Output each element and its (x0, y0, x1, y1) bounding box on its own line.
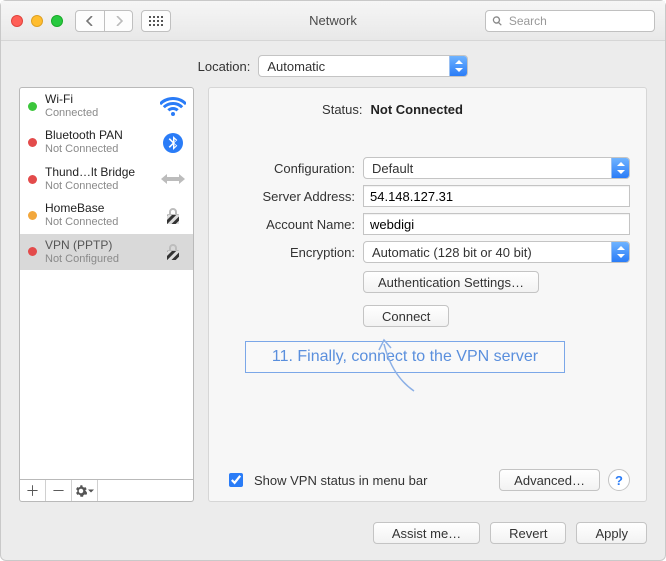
show-all-button[interactable] (141, 10, 171, 32)
detail-footer: Show VPN status in menu bar Advanced… ? (225, 459, 630, 491)
minimize-icon[interactable] (31, 15, 43, 27)
lock-icon (159, 241, 187, 263)
status-dot-icon (28, 211, 37, 220)
popup-arrows-icon (449, 56, 467, 76)
bluetooth-icon (159, 132, 187, 154)
auth-settings-button[interactable]: Authentication Settings… (363, 271, 539, 293)
service-status: Not Configured (45, 253, 151, 266)
apply-button[interactable]: Apply (576, 522, 647, 544)
service-list: Wi-Fi Connected Bluetooth PAN Not Connec… (19, 87, 194, 480)
account-name-label: Account Name: (225, 217, 355, 232)
search-field[interactable] (485, 10, 655, 32)
status-dot-icon (28, 102, 37, 111)
zoom-icon[interactable] (51, 15, 63, 27)
close-icon[interactable] (11, 15, 23, 27)
status-label: Status: (322, 102, 362, 117)
forward-button[interactable] (104, 11, 132, 31)
service-status: Not Connected (45, 180, 151, 193)
sidebar-footer: ＋ － (19, 480, 194, 502)
configuration-popup[interactable]: Default (363, 157, 630, 179)
show-vpn-status-label: Show VPN status in menu bar (254, 473, 427, 488)
encryption-popup[interactable]: Automatic (128 bit or 40 bit) (363, 241, 630, 263)
status-dot-icon (28, 175, 37, 184)
back-button[interactable] (76, 11, 104, 31)
sidebar-item-vpn-pptp[interactable]: VPN (PPTP) Not Configured (20, 234, 193, 270)
service-name: Wi-Fi (45, 93, 151, 107)
configuration-value: Default (372, 161, 413, 176)
assist-me-button[interactable]: Assist me… (373, 522, 480, 544)
service-status: Not Connected (45, 143, 151, 156)
detail-panel: Status: Not Connected Configuration: Def… (208, 87, 647, 502)
service-status: Not Connected (45, 216, 151, 229)
content: Wi-Fi Connected Bluetooth PAN Not Connec… (1, 87, 665, 510)
service-name: VPN (PPTP) (45, 239, 151, 253)
gear-icon (75, 485, 87, 497)
service-status: Connected (45, 107, 151, 120)
account-name-field[interactable] (363, 213, 630, 235)
lock-icon (159, 205, 187, 227)
configuration-label: Configuration: (225, 161, 355, 176)
nav-back-forward (75, 10, 133, 32)
status-value: Not Connected (371, 102, 463, 117)
service-name: Thund…lt Bridge (45, 166, 151, 180)
help-button[interactable]: ? (608, 469, 630, 491)
annotation-arrow-icon (374, 336, 434, 396)
status-dot-icon (28, 247, 37, 256)
encryption-value: Automatic (128 bit or 40 bit) (372, 245, 532, 260)
titlebar: Network (1, 1, 665, 41)
show-vpn-status-checkbox[interactable] (229, 473, 243, 487)
chevron-down-icon (88, 488, 94, 494)
server-address-field[interactable] (363, 185, 630, 207)
service-name: Bluetooth PAN (45, 129, 151, 143)
service-actions-button[interactable] (72, 480, 98, 501)
location-value: Automatic (267, 59, 325, 74)
remove-service-button[interactable]: － (46, 480, 72, 501)
network-prefs-window: Network Location: Automatic Wi-Fi Connec… (0, 0, 666, 561)
popup-arrows-icon (611, 242, 629, 262)
advanced-button[interactable]: Advanced… (499, 469, 600, 491)
connect-button[interactable]: Connect (363, 305, 449, 327)
status-row: Status: Not Connected (225, 102, 630, 117)
location-popup[interactable]: Automatic (258, 55, 468, 77)
popup-arrows-icon (611, 158, 629, 178)
search-icon (492, 15, 503, 27)
revert-button[interactable]: Revert (490, 522, 566, 544)
encryption-label: Encryption: (225, 245, 355, 260)
server-address-label: Server Address: (225, 189, 355, 204)
location-label: Location: (198, 59, 251, 74)
thunderbolt-icon (159, 168, 187, 190)
status-dot-icon (28, 138, 37, 147)
search-input[interactable] (507, 13, 648, 29)
service-name: HomeBase (45, 202, 151, 216)
sidebar-item-wifi[interactable]: Wi-Fi Connected (20, 88, 193, 124)
location-row: Location: Automatic (1, 41, 665, 87)
vpn-form: Configuration: Default Server Address: A… (225, 157, 630, 327)
sidebar-item-bluetooth-pan[interactable]: Bluetooth PAN Not Connected (20, 124, 193, 160)
sidebar-wrap: Wi-Fi Connected Bluetooth PAN Not Connec… (19, 87, 194, 502)
add-service-button[interactable]: ＋ (20, 480, 46, 501)
wifi-icon (159, 95, 187, 117)
traffic-lights (11, 15, 63, 27)
grid-icon (149, 16, 163, 26)
sidebar-item-homebase[interactable]: HomeBase Not Connected (20, 197, 193, 233)
sidebar-item-thunderbolt-bridge[interactable]: Thund…lt Bridge Not Connected (20, 161, 193, 197)
bottom-bar: Assist me… Revert Apply (1, 510, 665, 560)
